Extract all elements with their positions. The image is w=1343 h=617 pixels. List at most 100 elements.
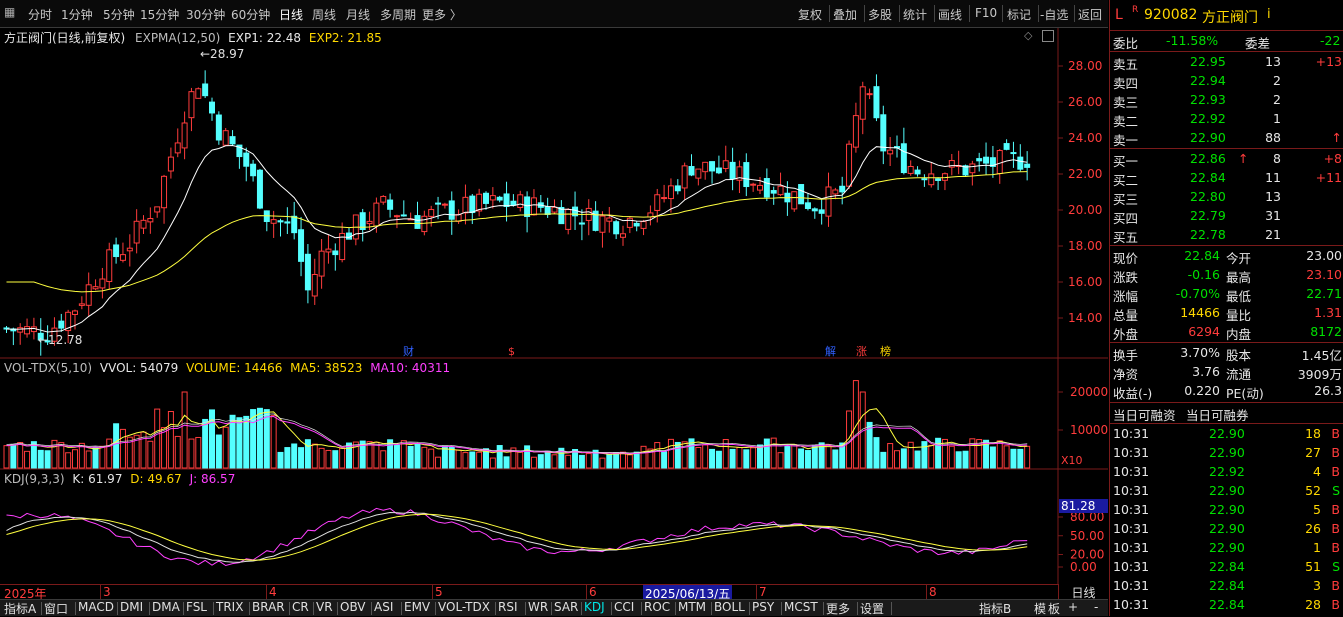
indicator-tab-1[interactable]: 窗口 [44,600,68,617]
candle-body [1010,152,1017,155]
toolbar-btn-huaxian[interactable]: 画线 [938,6,962,23]
period-tab-1[interactable]: 1分钟 [61,6,93,23]
trade-price: 22.84 [1209,597,1245,612]
volume-bar [373,441,380,469]
volume-bar [873,437,880,469]
chart-area[interactable]: 28.00 26.00 24.00 22.00 20.00 18.00 16.00 14.00… [0,28,1108,584]
period-tab-10[interactable]: 更多 〉 [422,6,462,23]
toolbar-btn-fuquan[interactable]: 复权 [798,6,822,23]
ask-volume: 2 [1273,73,1281,88]
toolbar-btn-f10[interactable]: F10 [975,6,997,20]
toolbar-btn-biaoji[interactable]: 标记 [1007,6,1031,23]
volume-bar [702,444,709,469]
indicator-tab-20[interactable]: MTM [678,600,706,614]
period-tab-7[interactable]: 周线 [312,6,336,23]
indicator-tab-12[interactable]: EMV [404,600,430,614]
indicator-tab-8[interactable]: CR [292,600,309,614]
toolbar-btn-diejia[interactable]: 叠加 [833,6,857,23]
bottom-right-btn-2[interactable]: 板 [1048,600,1060,617]
period-tab-4[interactable]: 30分钟 [186,6,225,23]
trade-volume: 18 [1305,426,1321,441]
indicator-tab-9[interactable]: VR [316,600,333,614]
candle-body [852,115,859,148]
trade-row: 10:31 22.90 52 S [1110,482,1343,501]
candle-body [140,219,147,229]
bottom-right-btn-4[interactable]: - [1094,600,1098,614]
volume-bar [907,441,914,469]
indicator-tab-0[interactable]: 指标A [4,600,36,617]
trade-time: 10:31 [1113,559,1150,574]
period-tab-8[interactable]: 月线 [346,6,370,23]
indicator-tab-18[interactable]: CCI [614,600,634,614]
indicator-tab-17[interactable]: KDJ [584,600,605,614]
indicator-tab-21[interactable]: BOLL [714,600,745,614]
volume-bar [167,411,174,469]
period-tab-5[interactable]: 60分钟 [231,6,270,23]
window-toggle-icon[interactable] [1042,30,1054,42]
period-tab-2[interactable]: 5分钟 [103,6,135,23]
volume-bar [407,445,414,469]
indicator-tab-3[interactable]: DMI [120,600,143,614]
indicator-tab-11[interactable]: ASI [374,600,393,614]
volume-bar [757,444,763,469]
period-label[interactable]: 日线 [1058,584,1108,600]
toolbar-btn-duogu[interactable]: 多股 [868,6,892,23]
candle-body [914,169,921,175]
toolbar-btn-back[interactable]: 返回 [1078,6,1102,23]
expma-indicator-name[interactable]: EXPMA(12,50) [135,31,220,45]
indicator-tab-25[interactable]: 设置 [860,600,884,617]
vvol-value: VVOL: 54079 [99,361,179,375]
indicator-tab-5[interactable]: FSL [186,600,207,614]
candle-body [1003,143,1010,150]
period-tab-3[interactable]: 15分钟 [140,6,179,23]
period-tab-0[interactable]: 分时 [28,6,52,23]
indicator-tab-19[interactable]: ROC [644,600,670,614]
trade-volume: 28 [1305,597,1321,612]
indicator-tab-6[interactable]: TRIX [216,600,243,614]
toolbar-btn-tongji[interactable]: 统计 [903,6,927,23]
indicator-tab-7[interactable]: BRAR [252,600,285,614]
stat-row: 换手 3.70% 股本 1.45亿 [1113,345,1342,363]
period-tab-9[interactable]: 多周期 [380,6,416,23]
diamond-icon[interactable]: ◇ [1024,29,1032,42]
indicator-tab-23[interactable]: MCST [784,600,818,614]
bottom-right-btn-0[interactable]: 指标B [979,600,1011,617]
indicator-tab-24[interactable]: 更多 [826,600,850,617]
trade-time: 10:31 [1113,521,1150,536]
indicator-tab-10[interactable]: OBV [340,600,366,614]
tab-margin-lending[interactable]: 当日可融券 [1186,405,1249,424]
indicator-tab-14[interactable]: RSI [498,600,518,614]
trade-time: 10:31 [1113,483,1150,498]
volume-bar [633,451,640,469]
bottom-right-btn-3[interactable]: + [1068,600,1078,614]
candle-body [421,215,428,233]
trade-side: B [1331,540,1340,555]
indicator-tab-15[interactable]: WR [528,600,548,614]
indicator-tab-22[interactable]: PSY [752,600,774,614]
kdj-indicator-name[interactable]: KDJ(9,3,3) [4,472,65,486]
stat-value: -0.16 [1187,267,1220,282]
candle-body [887,149,894,155]
info-icon[interactable]: i [1267,7,1271,22]
period-tab-6[interactable]: 日线 [279,6,303,23]
tab-margin-financing[interactable]: 当日可融资 [1113,405,1176,424]
kdj-current-value: 81.28 [1061,499,1095,513]
trade-row: 10:31 22.90 27 B [1110,444,1343,463]
toolbar-btn-zixuan[interactable]: -自选 [1040,6,1068,23]
stat-row: 收益(-) 0.220 PE(动) 26.3 [1113,383,1342,401]
stat-value: 26.3 [1314,383,1342,398]
indicator-tab-4[interactable]: DMA [152,600,180,614]
candle-body [366,220,373,225]
bottom-right-btn-1[interactable]: 模 [1034,600,1046,617]
vol-indicator-name[interactable]: VOL-TDX(5,10) [4,361,92,375]
kdj-k-line [6,511,1028,563]
volume-bar [804,450,811,469]
grid-icon[interactable]: ▦ [4,5,15,19]
volume-bar [791,444,798,469]
indicator-tab-16[interactable]: SAR [554,600,578,614]
indicator-tab-2[interactable]: MACD [78,600,114,614]
volume-bar [709,448,716,469]
indicator-tab-13[interactable]: VOL-TDX [438,600,490,614]
trade-time: 10:31 [1113,502,1150,517]
ask-change: ↑ [1331,130,1342,145]
